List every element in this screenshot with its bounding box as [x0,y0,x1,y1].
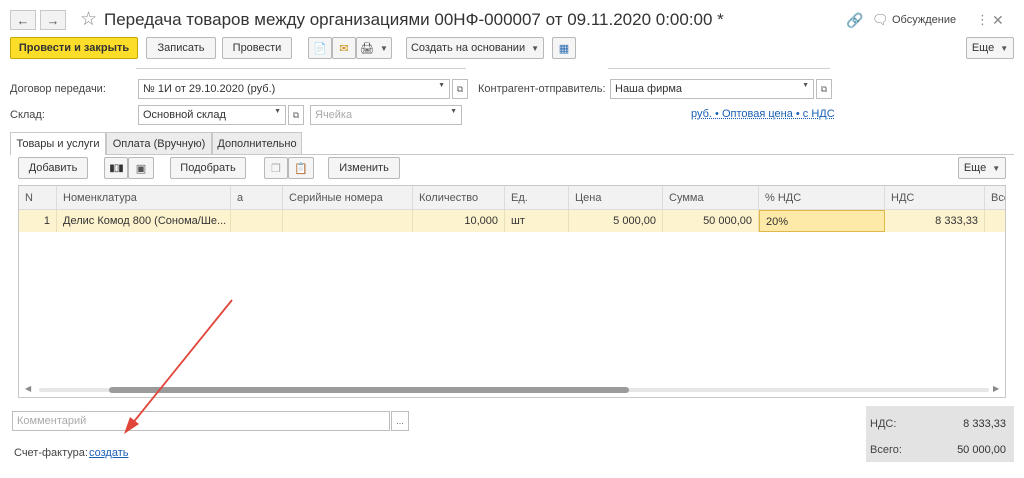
arrow-line [131,299,233,425]
annotation-arrow [124,299,233,434]
document-window: ← → ☆ Передача товаров между организация… [0,0,1024,478]
arrow-head [124,417,139,434]
